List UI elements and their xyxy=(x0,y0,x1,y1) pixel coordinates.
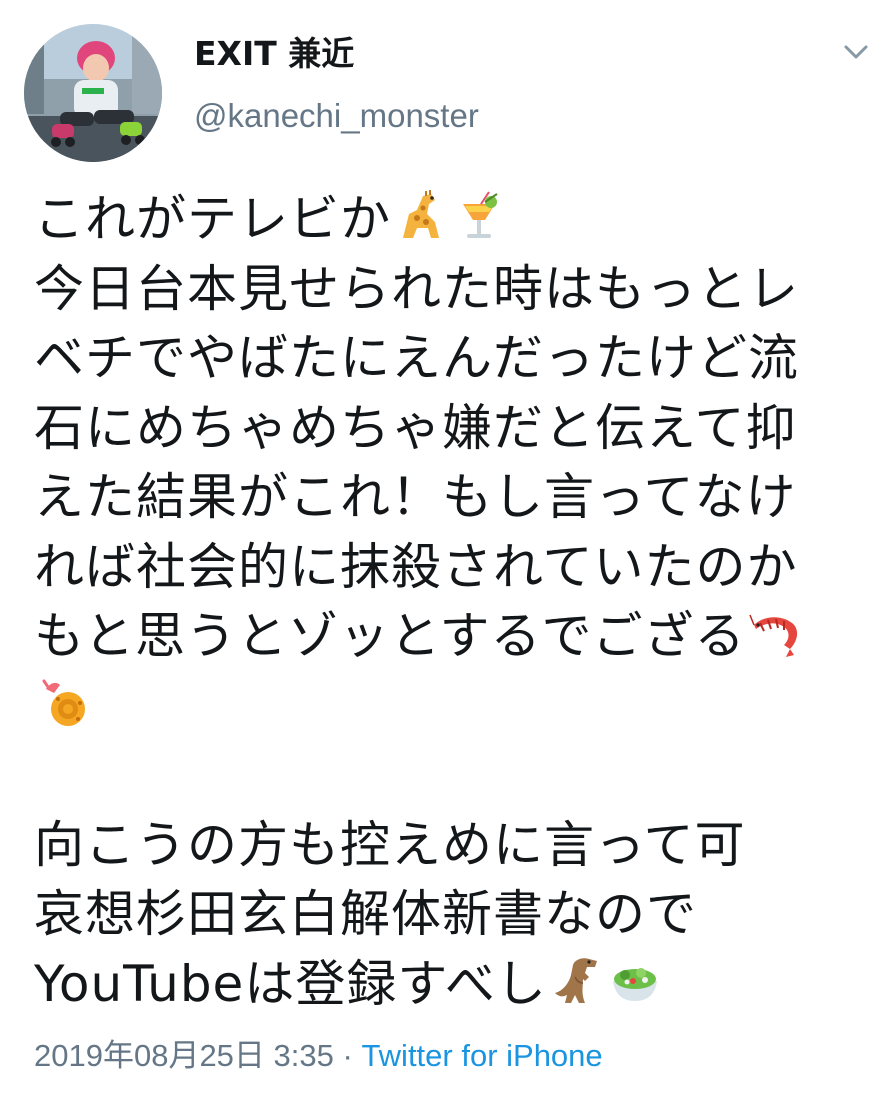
tweet-line: これがテレビか xyxy=(34,185,874,255)
meta-separator: · xyxy=(333,1038,362,1073)
tweet-meta: 2019年08月25日 3:35 · Twitter for iPhone xyxy=(34,1036,603,1076)
timestamp[interactable]: 2019年08月25日 3:35 xyxy=(34,1038,334,1073)
t-rex-icon xyxy=(549,953,605,1009)
green-salad-icon xyxy=(607,953,663,1009)
tweet-line xyxy=(34,672,874,742)
tweet-header: EXIT 兼近 @kanechi_monster xyxy=(0,0,882,170)
tweet: EXIT 兼近 @kanechi_monster これがテレビか 今日台本見せら… xyxy=(0,0,882,1106)
tweet-line: 向こうの方も控えめに言って可 xyxy=(34,815,746,874)
fried-shrimp-icon xyxy=(36,675,92,731)
tweet-line: YouTubeは登録すべし xyxy=(34,950,874,1020)
chevron-down-icon[interactable] xyxy=(840,36,872,68)
giraffe-icon xyxy=(393,188,449,244)
tweet-line: えた結果がこれ！もし言ってなけ xyxy=(34,468,797,526)
tweet-line: 哀想杉田玄白解体新書なので xyxy=(34,885,697,943)
shrimp-icon xyxy=(748,605,804,661)
tweet-line: れば社会的に抹殺されていたのか xyxy=(34,537,798,596)
source-link[interactable]: Twitter for iPhone xyxy=(361,1038,602,1073)
avatar-photo xyxy=(24,24,162,162)
tweet-line: もと思うとゾッとするでござる xyxy=(34,602,874,672)
tweet-line: ベチでやばたにえんだったけど流 xyxy=(34,329,799,387)
tropical-drink-icon xyxy=(451,188,507,244)
tweet-line xyxy=(34,741,874,811)
display-name[interactable]: EXIT 兼近 xyxy=(194,34,354,74)
avatar[interactable] xyxy=(24,24,162,162)
user-handle[interactable]: @kanechi_monster xyxy=(194,96,479,136)
tweet-text: これがテレビか 今日台本見せられた時はもっとレ ベチでやばたにえんだったけど流 … xyxy=(34,185,874,1019)
tweet-line: 今日台本見せられた時はもっとレ xyxy=(34,259,799,318)
tweet-line: 石にめちゃめちゃ嫌だと伝えて抑 xyxy=(34,398,797,457)
